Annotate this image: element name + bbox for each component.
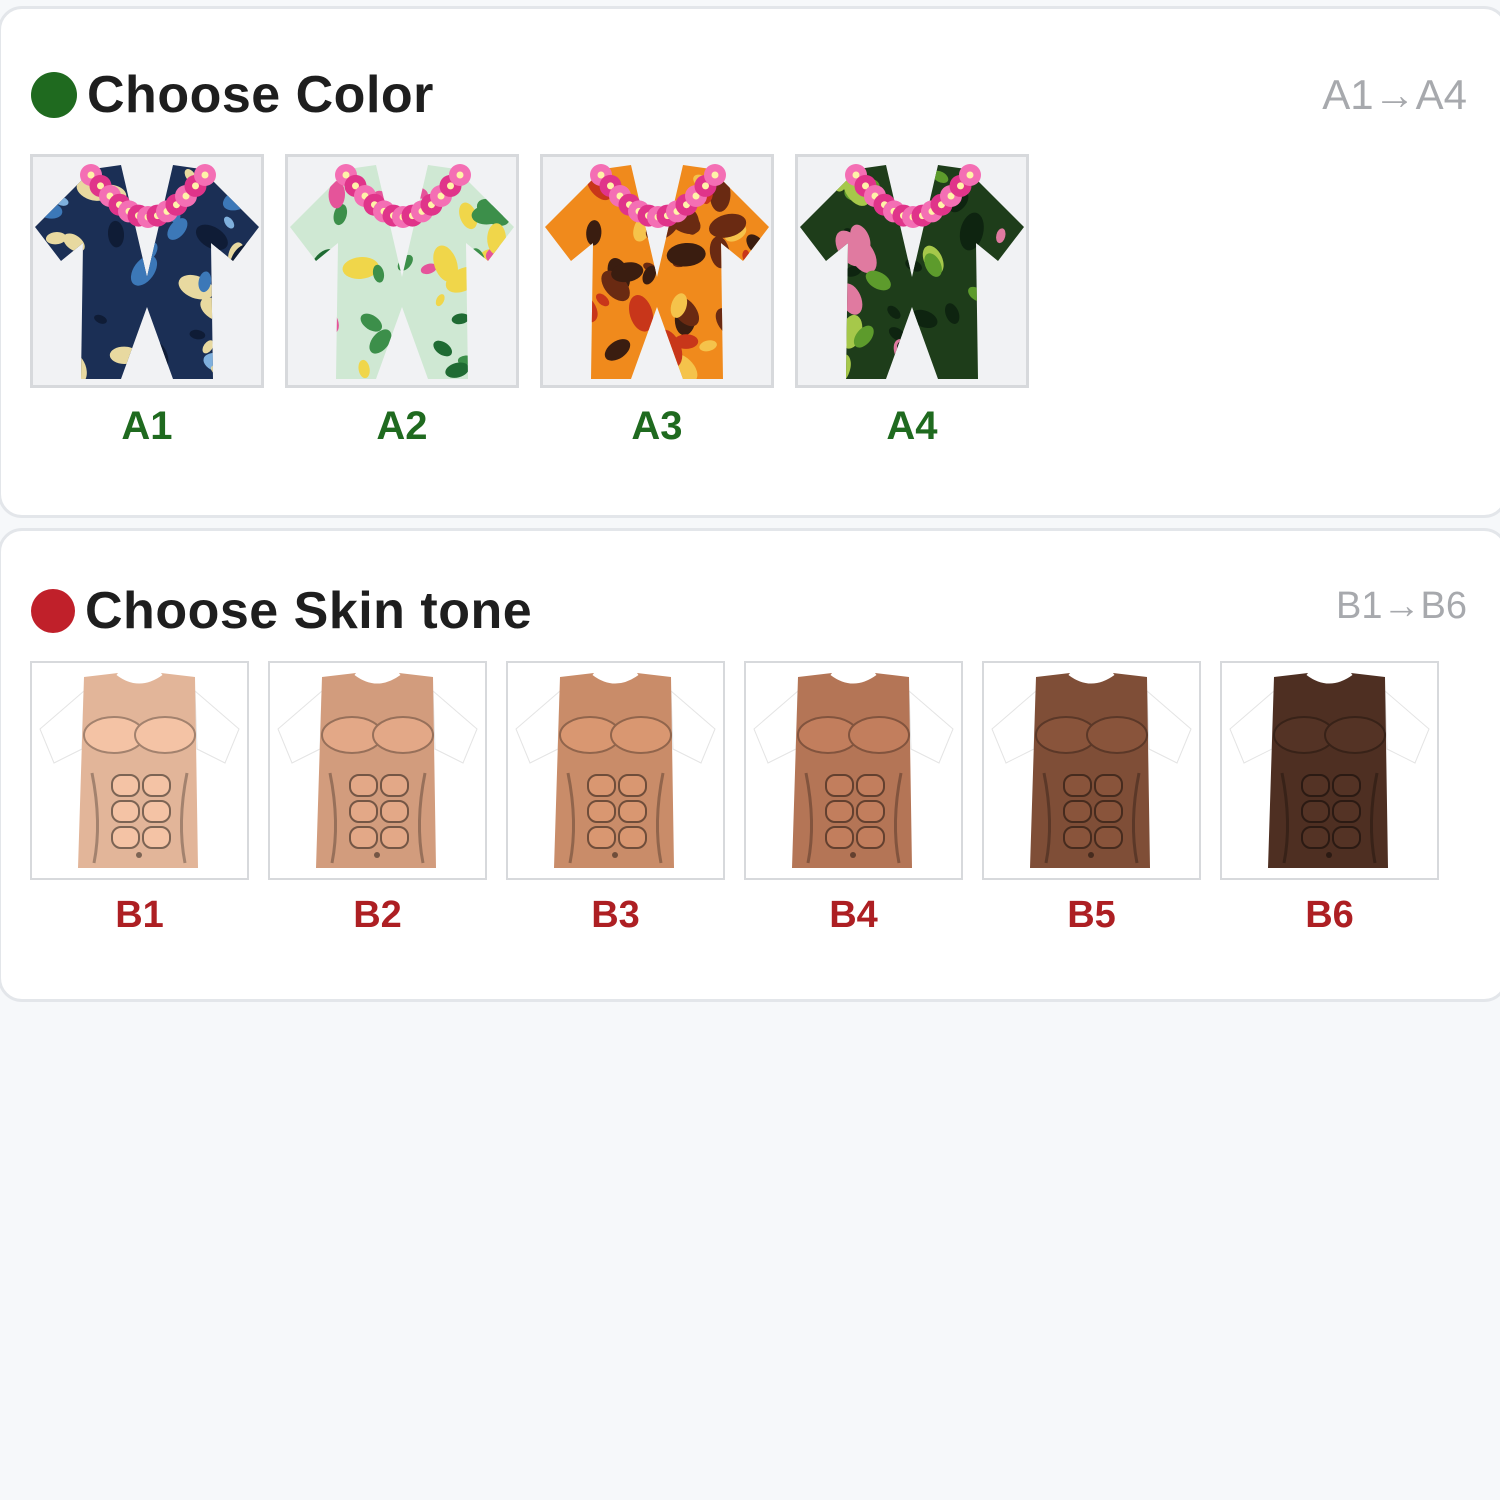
skin-tone-option-label: B2 [353, 894, 402, 936]
color-option-a1[interactable]: A1 [30, 154, 264, 454]
hawaiian-shirt-image [30, 154, 264, 388]
muscle-shirt-image [30, 661, 249, 880]
skin-section-header: Choose Skin tone [31, 581, 532, 641]
skin-tone-option-label: B5 [1067, 894, 1116, 936]
muscle-shirt-image [1220, 661, 1439, 880]
skin-tone-option-b2[interactable]: B2 [268, 661, 487, 941]
hawaiian-shirt-image [540, 154, 774, 388]
skin-tone-option-b5[interactable]: B5 [982, 661, 1201, 941]
color-option-a3[interactable]: A3 [540, 154, 774, 454]
red-dot-icon [31, 589, 75, 633]
color-option-label: A2 [376, 404, 428, 448]
color-option-label: A3 [631, 404, 683, 448]
muscle-shirt-image [268, 661, 487, 880]
color-range-label: A1→A4 [1322, 71, 1467, 118]
muscle-shirt-image [982, 661, 1201, 880]
skin-tone-option-label: B6 [1305, 894, 1354, 936]
muscle-shirt-image [506, 661, 725, 880]
color-option-a4[interactable]: A4 [795, 154, 1029, 454]
skin-tone-option-b3[interactable]: B3 [506, 661, 725, 941]
color-option-card: Choose Color A1→A4 A1 A2 A3 A4 [0, 6, 1500, 518]
color-section-header: Choose Color [31, 65, 434, 125]
skin-range-label: B1→B6 [1336, 585, 1467, 627]
color-section-title: Choose Color [87, 66, 434, 124]
skin-tone-option-label: B4 [829, 894, 878, 936]
muscle-shirt-image [744, 661, 963, 880]
skin-tone-option-label: B1 [115, 894, 164, 936]
color-option-label: A4 [886, 404, 938, 448]
skin-tone-option-label: B3 [591, 894, 640, 936]
skin-section-title: Choose Skin tone [85, 582, 533, 640]
skin-tone-option-card: Choose Skin tone B1→B6 B1 B2 B3 B4 B5 B6 [0, 528, 1500, 1002]
skin-tone-option-b4[interactable]: B4 [744, 661, 963, 941]
color-option-label: A1 [121, 404, 173, 448]
skin-tone-option-b6[interactable]: B6 [1220, 661, 1439, 941]
hawaiian-shirt-image [285, 154, 519, 388]
color-option-a2[interactable]: A2 [285, 154, 519, 454]
hawaiian-shirt-image [795, 154, 1029, 388]
green-dot-icon [31, 72, 77, 118]
skin-tone-option-b1[interactable]: B1 [30, 661, 249, 941]
